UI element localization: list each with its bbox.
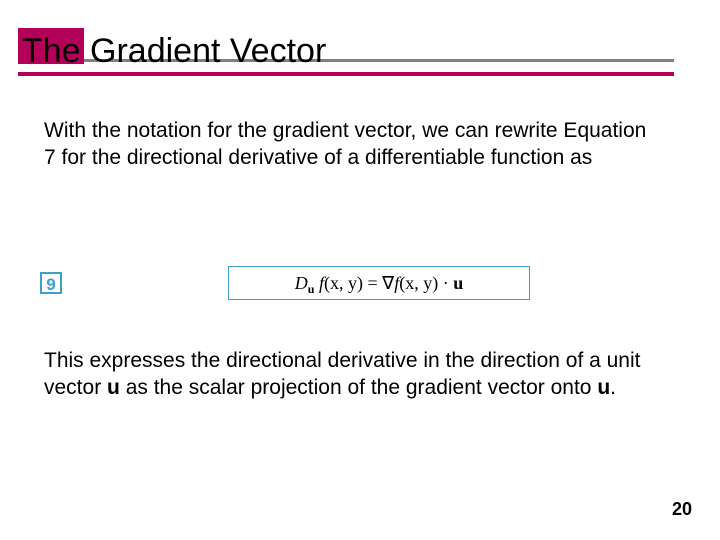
p2-b: as the scalar projection of the gradient… (120, 376, 597, 399)
equation-number-box: 9 (40, 272, 62, 294)
eq-args-left: (x, y) (324, 273, 363, 293)
slide-title: The Gradient Vector (22, 32, 326, 71)
intro-paragraph: With the notation for the gradient vecto… (44, 118, 654, 172)
eq-u: u (453, 273, 463, 293)
eq-dot: · (438, 273, 453, 293)
eq-nabla: ∇ (382, 273, 394, 293)
slide: The Gradient Vector With the notation fo… (0, 0, 720, 540)
closing-paragraph: This expresses the directional derivativ… (44, 348, 654, 402)
eq-args-right: (x, y) (399, 273, 438, 293)
eq-equals: = (363, 273, 382, 293)
p2-u1: u (107, 376, 120, 399)
p2-u2: u (597, 376, 610, 399)
eq-D: D (295, 273, 308, 293)
page-number: 20 (672, 499, 692, 520)
eq-sub-u: u (308, 282, 315, 296)
title-underline (18, 72, 674, 76)
equation-content: Du f(x, y) = ∇f(x, y) · u (235, 266, 523, 300)
p2-c: . (610, 376, 616, 399)
